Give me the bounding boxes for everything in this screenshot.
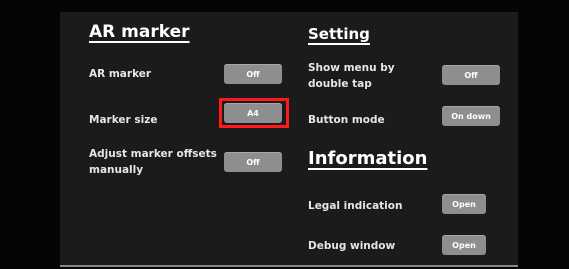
show-menu-label-line1: Show menu by: [308, 62, 395, 74]
settings-screen: [60, 12, 518, 267]
debug-window-label: Debug window: [308, 240, 396, 252]
ar-marker-toggle-button[interactable]: Off: [224, 64, 282, 84]
adjust-offsets-label-line1: Adjust marker offsets: [89, 148, 217, 160]
legal-indication-open-button[interactable]: Open: [442, 194, 486, 214]
show-menu-toggle-button[interactable]: Off: [442, 65, 500, 85]
ar-marker-label: AR marker: [89, 68, 152, 80]
marker-size-highlight: [219, 98, 289, 128]
show-menu-label-line2: double tap: [308, 78, 372, 90]
ar-marker-heading: AR marker: [89, 22, 190, 42]
legal-indication-label: Legal indication: [308, 200, 403, 212]
information-heading: Information: [308, 148, 428, 169]
marker-size-label: Marker size: [89, 114, 158, 126]
adjust-offsets-toggle-button[interactable]: Off: [224, 152, 282, 172]
adjust-offsets-label-line2: manually: [89, 164, 144, 176]
bottom-divider: [60, 265, 518, 267]
debug-window-open-button[interactable]: Open: [442, 235, 486, 255]
button-mode-button[interactable]: On down: [442, 106, 500, 126]
button-mode-label: Button mode: [308, 114, 385, 126]
setting-heading: Setting: [308, 25, 370, 43]
